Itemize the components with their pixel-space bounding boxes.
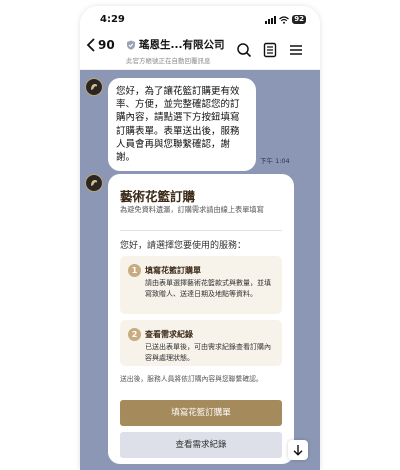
arrow-down-icon (293, 445, 303, 456)
verified-shield-icon (127, 40, 135, 50)
account-avatar[interactable] (85, 174, 103, 192)
card-subtitle: 為避免資料遺漏，訂購需求請由線上表單填寫 (120, 205, 264, 214)
account-name: 瑤恩生...有限公司 (139, 39, 225, 51)
message-timestamp: 下午 1:04 (260, 157, 290, 165)
account-avatar[interactable] (85, 78, 103, 96)
divider (120, 230, 282, 231)
service-prompt: 您好，請選擇您要使用的服務： (120, 241, 247, 251)
notes-icon[interactable] (262, 42, 278, 58)
chevron-left-icon (86, 38, 95, 52)
wifi-icon (279, 15, 290, 24)
logo-icon (91, 84, 98, 90)
fill-order-button[interactable]: 填寫花籃訂購單 (120, 400, 282, 426)
option-number-badge: 2 (128, 328, 141, 341)
option-number-badge: 1 (128, 264, 141, 277)
message-bubble: 您好，為了讓花籃訂購更有效率、方便，並完整確認您的訂購內容，請點選下方按鈕填寫訂… (108, 78, 256, 172)
option-view-records[interactable]: 2 查看需求紀錄 已送出表單後，可由需求紀錄查看訂購內容與處理狀態。 (120, 320, 282, 366)
phone-frame: 4:29 92 90 瑤恩生...有限公司 此官方帳號正在自動回覆訊息 您好，為… (80, 6, 320, 470)
auto-reply-notice: 此官方帳號正在自動回覆訊息 (126, 57, 211, 65)
account-title-area[interactable]: 瑤恩生...有限公司 此官方帳號正在自動回覆訊息 (126, 37, 236, 65)
back-button[interactable]: 90 (86, 38, 115, 52)
option-fill-order[interactable]: 1 填寫花籃訂購單 請由表單選擇藝術花籃款式與數量，並填寫致贈人、送達日期及地點… (120, 256, 282, 314)
follow-up-note: 送出後，服務人員將依訂購內容與您聯繫確認。 (120, 375, 263, 383)
chat-header: 90 瑤恩生...有限公司 此官方帳號正在自動回覆訊息 (80, 30, 320, 70)
search-icon[interactable] (236, 42, 252, 58)
status-time: 4:29 (100, 14, 125, 25)
view-records-button[interactable]: 查看需求紀錄 (120, 432, 282, 458)
battery-indicator: 92 (292, 15, 306, 24)
signal-icon (265, 15, 277, 24)
option-description: 請由表單選擇藝術花籃款式與數量，並填寫致贈人、送達日期及地點等資料。 (145, 279, 271, 298)
unread-count: 90 (98, 38, 115, 52)
option-title: 查看需求紀錄 (145, 330, 193, 339)
status-bar: 4:29 92 (80, 6, 320, 30)
chat-area[interactable]: 您好，為了讓花籃訂購更有效率、方便，並完整確認您的訂購內容，請點選下方按鈕填寫訂… (80, 70, 320, 470)
option-description: 已送出表單後，可由需求紀錄查看訂購內容與處理狀態。 (145, 343, 271, 362)
logo-icon (91, 180, 98, 186)
scroll-down-button[interactable] (288, 440, 308, 460)
option-title: 填寫花籃訂購單 (145, 266, 201, 275)
status-icons: 92 (265, 15, 306, 24)
menu-icon[interactable] (288, 42, 304, 58)
order-card: 藝術花籃訂購 為避免資料遺漏，訂購需求請由線上表單填寫 您好，請選擇您要使用的服… (108, 174, 294, 464)
card-title: 藝術花籃訂購 (120, 189, 196, 204)
